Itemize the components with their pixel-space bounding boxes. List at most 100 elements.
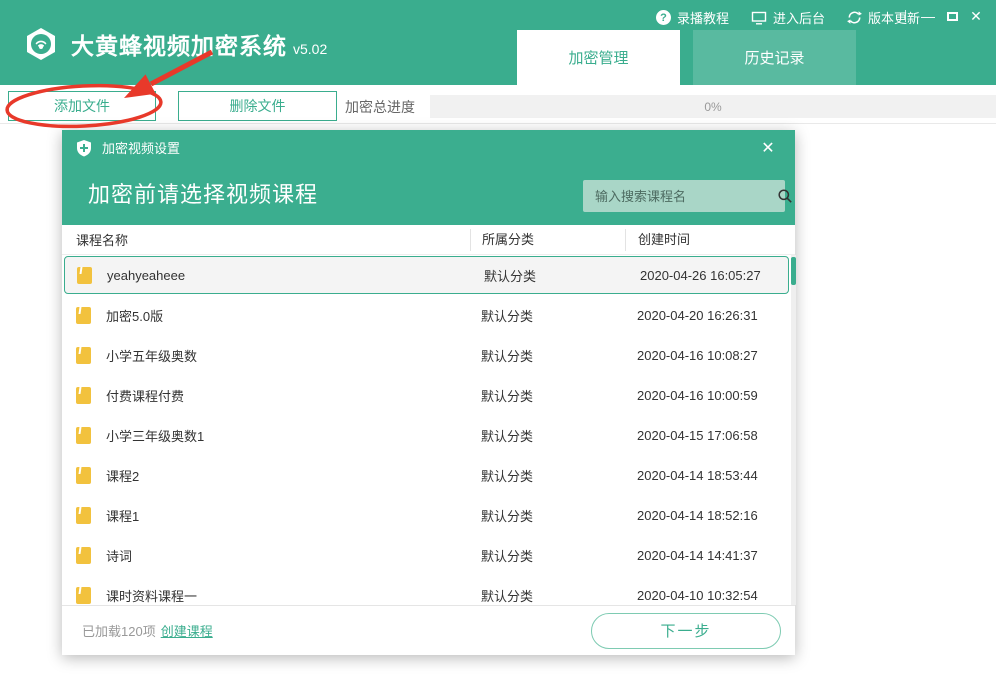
- cell-created-time: 2020-04-14 18:52:16: [625, 508, 795, 523]
- menu-label-backend: 进入后台: [773, 8, 825, 27]
- brand: 大黄蜂视频加密系统 v5.02: [24, 27, 327, 61]
- cell-course-name: 小学五年级奥数: [62, 346, 470, 365]
- search-input[interactable]: [583, 189, 777, 204]
- cell-created-time: 2020-04-16 10:08:27: [625, 348, 795, 363]
- monitor-icon: [751, 11, 767, 25]
- folder-icon: [76, 387, 91, 404]
- cell-created-time: 2020-04-10 10:32:54: [625, 588, 795, 603]
- folder-icon: [77, 267, 92, 284]
- refresh-icon: [847, 10, 862, 25]
- app-logo-icon: [24, 27, 58, 61]
- add-file-button[interactable]: 添加文件: [8, 91, 156, 121]
- column-header-course-name: 课程名称: [62, 230, 470, 249]
- cell-category: 默认分类: [470, 346, 625, 365]
- cell-category: 默认分类: [470, 426, 625, 445]
- cell-created-time: 2020-04-15 17:06:58: [625, 428, 795, 443]
- cell-created-time: 2020-04-20 16:26:31: [625, 308, 795, 323]
- cell-course-name: 课程1: [62, 506, 470, 525]
- encrypt-progress-bar: 0%: [430, 95, 996, 118]
- dialog-footer: 已加载120项 创建课程 下一步: [62, 605, 795, 655]
- delete-file-button[interactable]: 删除文件: [178, 91, 337, 121]
- cell-category: 默认分类: [470, 546, 625, 565]
- tab-history[interactable]: 历史记录: [693, 30, 856, 85]
- folder-icon: [76, 427, 91, 444]
- folder-icon: [76, 587, 91, 604]
- next-step-button[interactable]: 下一步: [591, 613, 781, 649]
- tab-encrypt-management[interactable]: 加密管理: [517, 30, 680, 85]
- table-row[interactable]: 诗词 默认分类 2020-04-14 14:41:37: [62, 535, 795, 575]
- menu-item-backend[interactable]: 进入后台: [751, 8, 825, 27]
- app-window: 大黄蜂视频加密系统 v5.02 ? 录播教程 进入后台: [0, 0, 996, 679]
- cell-created-time: 2020-04-26 16:05:27: [628, 268, 788, 283]
- cell-category: 默认分类: [470, 466, 625, 485]
- loaded-count-text: 已加载120项: [82, 621, 156, 640]
- course-name-text: 小学五年级奥数: [106, 346, 197, 365]
- app-header: 大黄蜂视频加密系统 v5.02 ? 录播教程 进入后台: [0, 0, 996, 85]
- course-name-text: yeahyeaheee: [107, 268, 185, 283]
- table-row[interactable]: 小学五年级奥数 默认分类 2020-04-16 10:08:27: [62, 335, 795, 375]
- menu-item-tutorial[interactable]: ? 录播教程: [656, 8, 729, 27]
- course-name-text: 诗词: [106, 546, 132, 565]
- dialog-header: 加密视频设置 ✕ 加密前请选择视频课程: [62, 130, 795, 225]
- shield-plus-icon: [76, 139, 92, 157]
- cell-course-name: yeahyeaheee: [65, 267, 473, 284]
- window-controls: — ✕: [905, 6, 988, 26]
- dialog-title: 加密视频设置: [102, 138, 180, 157]
- dialog-heading: 加密前请选择视频课程: [88, 177, 318, 209]
- maximize-icon: [947, 12, 958, 21]
- column-header-created-time: 创建时间: [625, 229, 795, 251]
- table-row[interactable]: yeahyeaheee 默认分类 2020-04-26 16:05:27: [64, 256, 789, 294]
- folder-icon: [76, 347, 91, 364]
- close-button[interactable]: ✕: [964, 6, 988, 26]
- course-table-body: yeahyeaheee 默认分类 2020-04-26 16:05:27 加密5…: [62, 255, 795, 605]
- progress-label: 加密总进度: [345, 97, 415, 117]
- toolbar: 添加文件 删除文件 加密总进度 0%: [0, 85, 996, 124]
- cell-category: 默认分类: [473, 266, 628, 285]
- folder-icon: [76, 547, 91, 564]
- course-name-text: 加密5.0版: [106, 306, 163, 325]
- folder-icon: [76, 507, 91, 524]
- cell-category: 默认分类: [470, 306, 625, 325]
- create-course-link[interactable]: 创建课程: [161, 621, 213, 640]
- minimize-button[interactable]: —: [916, 6, 940, 26]
- cell-category: 默认分类: [470, 386, 625, 405]
- app-version: v5.02: [293, 41, 327, 57]
- app-title: 大黄蜂视频加密系统: [71, 33, 287, 59]
- table-header: 课程名称 所属分类 创建时间: [62, 225, 795, 255]
- maximize-button[interactable]: [940, 6, 964, 26]
- cell-category: 默认分类: [470, 586, 625, 605]
- scrollbar-track[interactable]: [791, 255, 796, 605]
- cell-course-name: 付费课程付费: [62, 386, 470, 405]
- table-row[interactable]: 课程2 默认分类 2020-04-14 18:53:44: [62, 455, 795, 495]
- search-icon: [777, 188, 793, 204]
- folder-icon: [76, 307, 91, 324]
- course-name-text: 小学三年级奥数1: [106, 426, 204, 445]
- help-icon: ?: [656, 10, 671, 25]
- cell-created-time: 2020-04-14 14:41:37: [625, 548, 795, 563]
- cell-course-name: 小学三年级奥数1: [62, 426, 470, 445]
- top-menu: ? 录播教程 进入后台 版本更新: [656, 8, 920, 27]
- encrypt-settings-dialog: 加密视频设置 ✕ 加密前请选择视频课程 课程名称 所属分类 创建时间: [62, 130, 795, 655]
- cell-created-time: 2020-04-16 10:00:59: [625, 388, 795, 403]
- scrollbar-thumb[interactable]: [791, 257, 796, 285]
- cell-course-name: 加密5.0版: [62, 306, 470, 325]
- dialog-close-button[interactable]: ✕: [757, 137, 779, 159]
- table-row[interactable]: 加密5.0版 默认分类 2020-04-20 16:26:31: [62, 295, 795, 335]
- table-row[interactable]: 课时资料课程一 默认分类 2020-04-10 10:32:54: [62, 575, 795, 605]
- folder-icon: [76, 467, 91, 484]
- table-row[interactable]: 小学三年级奥数1 默认分类 2020-04-15 17:06:58: [62, 415, 795, 455]
- controls-divider: [905, 10, 906, 22]
- search-box: [583, 180, 785, 212]
- cell-course-name: 课时资料课程一: [62, 586, 470, 605]
- course-name-text: 课程1: [106, 506, 139, 525]
- search-button[interactable]: [777, 180, 793, 212]
- table-row[interactable]: 课程1 默认分类 2020-04-14 18:52:16: [62, 495, 795, 535]
- table-row[interactable]: 付费课程付费 默认分类 2020-04-16 10:00:59: [62, 375, 795, 415]
- cell-category: 默认分类: [470, 506, 625, 525]
- course-name-text: 付费课程付费: [106, 386, 184, 405]
- menu-label-tutorial: 录播教程: [677, 8, 729, 27]
- column-header-category: 所属分类: [470, 229, 625, 251]
- cell-course-name: 课程2: [62, 466, 470, 485]
- cell-course-name: 诗词: [62, 546, 470, 565]
- progress-value: 0%: [704, 100, 721, 114]
